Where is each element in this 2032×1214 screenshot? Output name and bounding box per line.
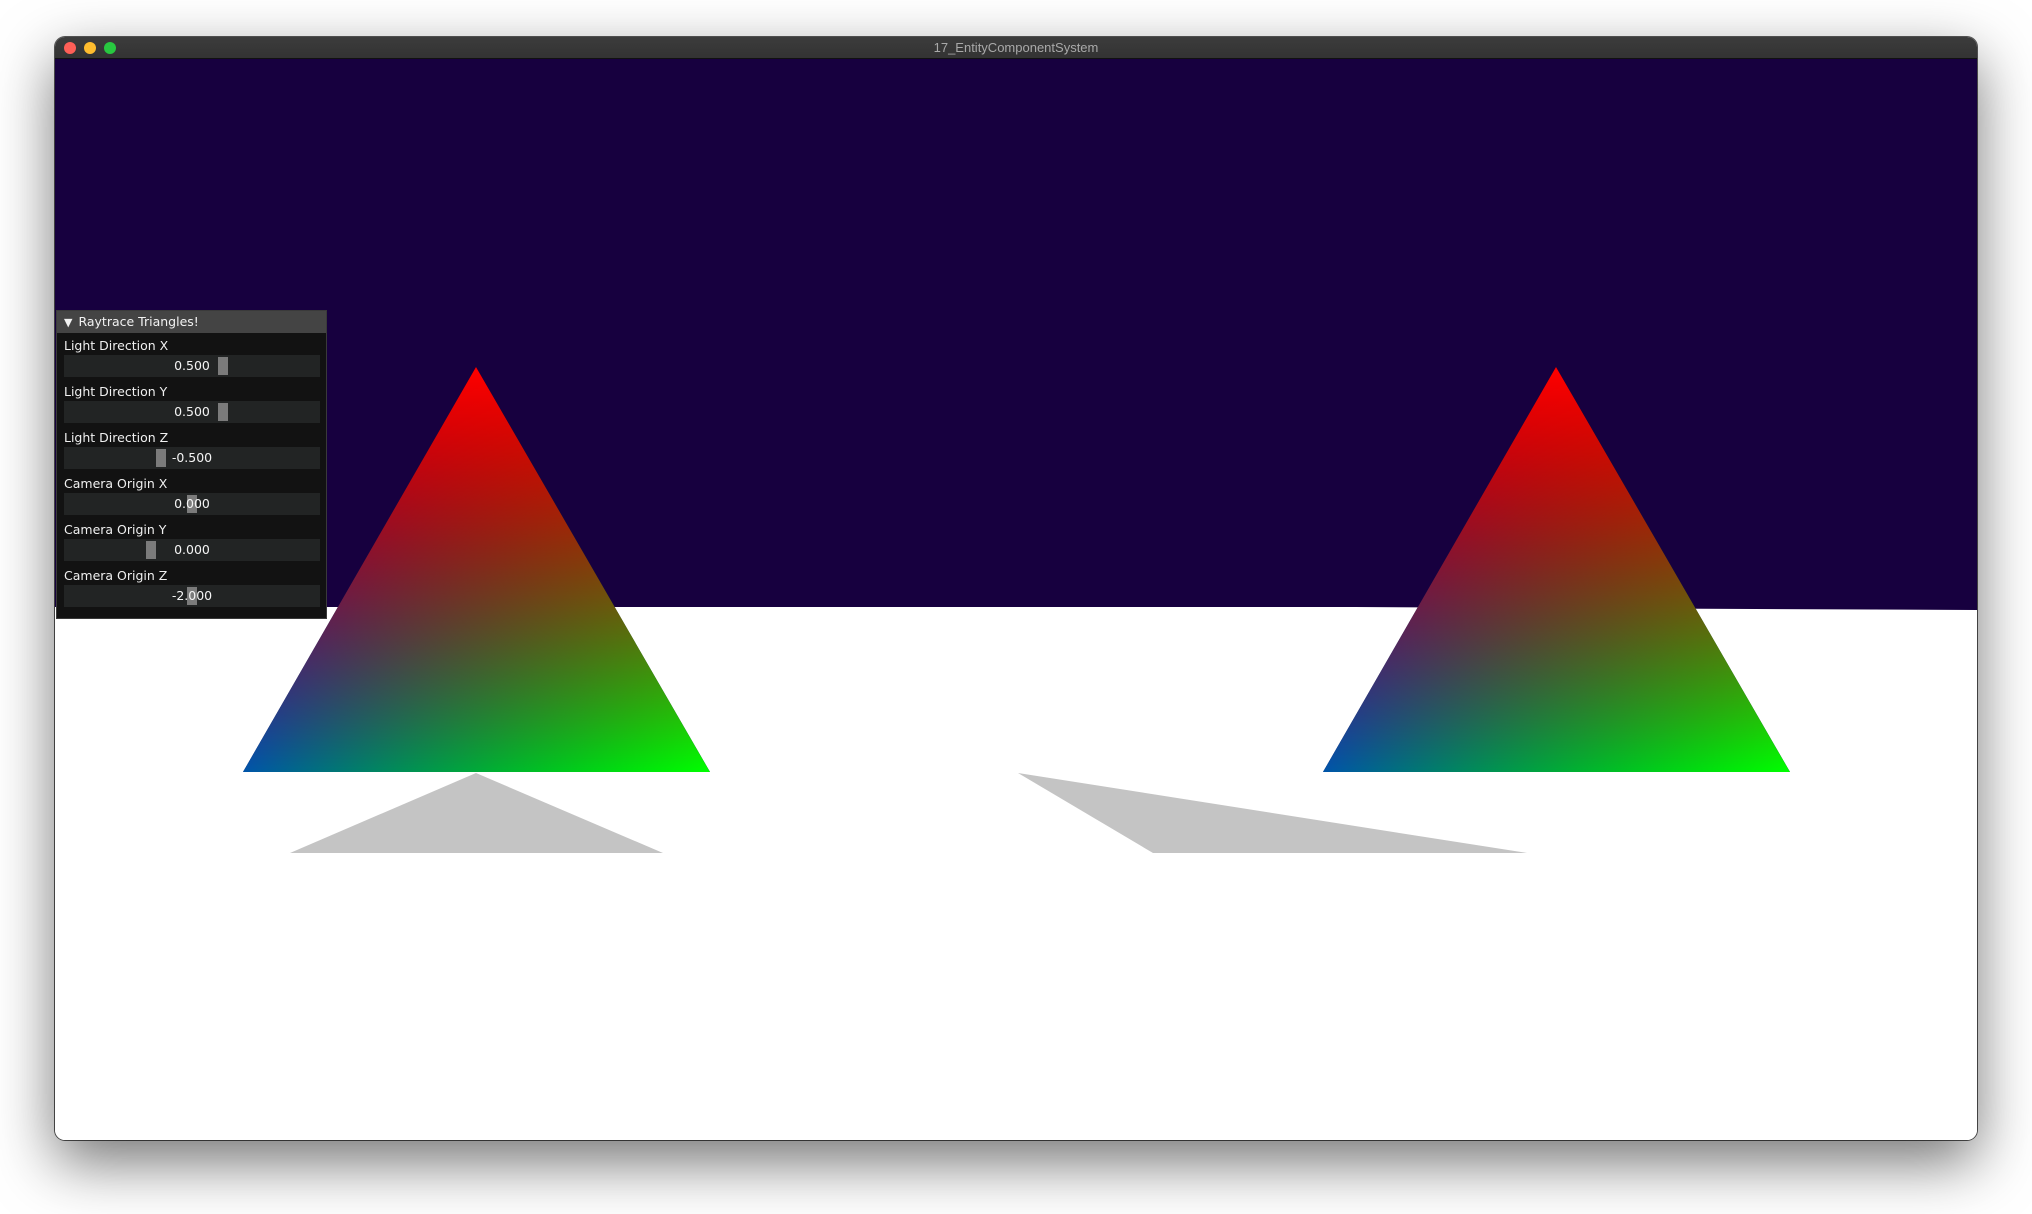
slider-value: 0.000: [174, 542, 210, 557]
slider-row: Camera Origin Y 0.000: [57, 517, 326, 563]
slider-label: Camera Origin Z: [64, 568, 168, 583]
slider-row: Camera Origin X 0.000: [57, 471, 326, 517]
slider-row: Light Direction X 0.500: [57, 333, 326, 379]
slider-label: Light Direction Z: [64, 430, 169, 445]
slider-row: Camera Origin Z -2.000: [57, 563, 326, 609]
app-window: 17_EntityComponentSystem ▼ Raytrace Tria…: [55, 37, 1977, 1140]
slider-value: -0.500: [171, 450, 213, 465]
slider-value: 0.500: [174, 404, 210, 419]
slider-light-direction-z[interactable]: -0.500: [64, 447, 320, 469]
slider-value: -2.000: [171, 588, 213, 603]
slider-light-direction-y[interactable]: 0.500: [64, 401, 320, 423]
title-bar[interactable]: 17_EntityComponentSystem: [55, 37, 1977, 59]
raytrace-settings-panel: ▼ Raytrace Triangles! Light Direction X 0.…: [56, 310, 327, 619]
slider-camera-origin-y[interactable]: 0.000: [64, 539, 320, 561]
slider-label: Light Direction X: [64, 338, 169, 353]
slider-row: Light Direction Z -0.500: [57, 425, 326, 471]
slider-label: Camera Origin Y: [64, 522, 167, 537]
slider-value: 0.000: [174, 496, 210, 511]
slider-camera-origin-x[interactable]: 0.000: [64, 493, 320, 515]
slider-row: Light Direction Y 0.500: [57, 379, 326, 425]
slider-camera-origin-z[interactable]: -2.000: [64, 585, 320, 607]
slider-label: Camera Origin X: [64, 476, 168, 491]
sky: [55, 59, 1977, 607]
panel-header[interactable]: ▼ Raytrace Triangles!: [57, 311, 326, 333]
scene-canvas: [55, 59, 1977, 1140]
slider-light-direction-x[interactable]: 0.500: [64, 355, 320, 377]
window-title: 17_EntityComponentSystem: [933, 40, 1099, 55]
collapse-triangle-icon[interactable]: ▼: [64, 312, 72, 334]
slider-value: 0.500: [174, 358, 210, 373]
render-viewport[interactable]: ▼ Raytrace Triangles! Light Direction X 0.…: [55, 59, 1977, 1140]
slider-label: Light Direction Y: [64, 384, 168, 399]
panel-title: Raytrace Triangles!: [78, 314, 199, 329]
